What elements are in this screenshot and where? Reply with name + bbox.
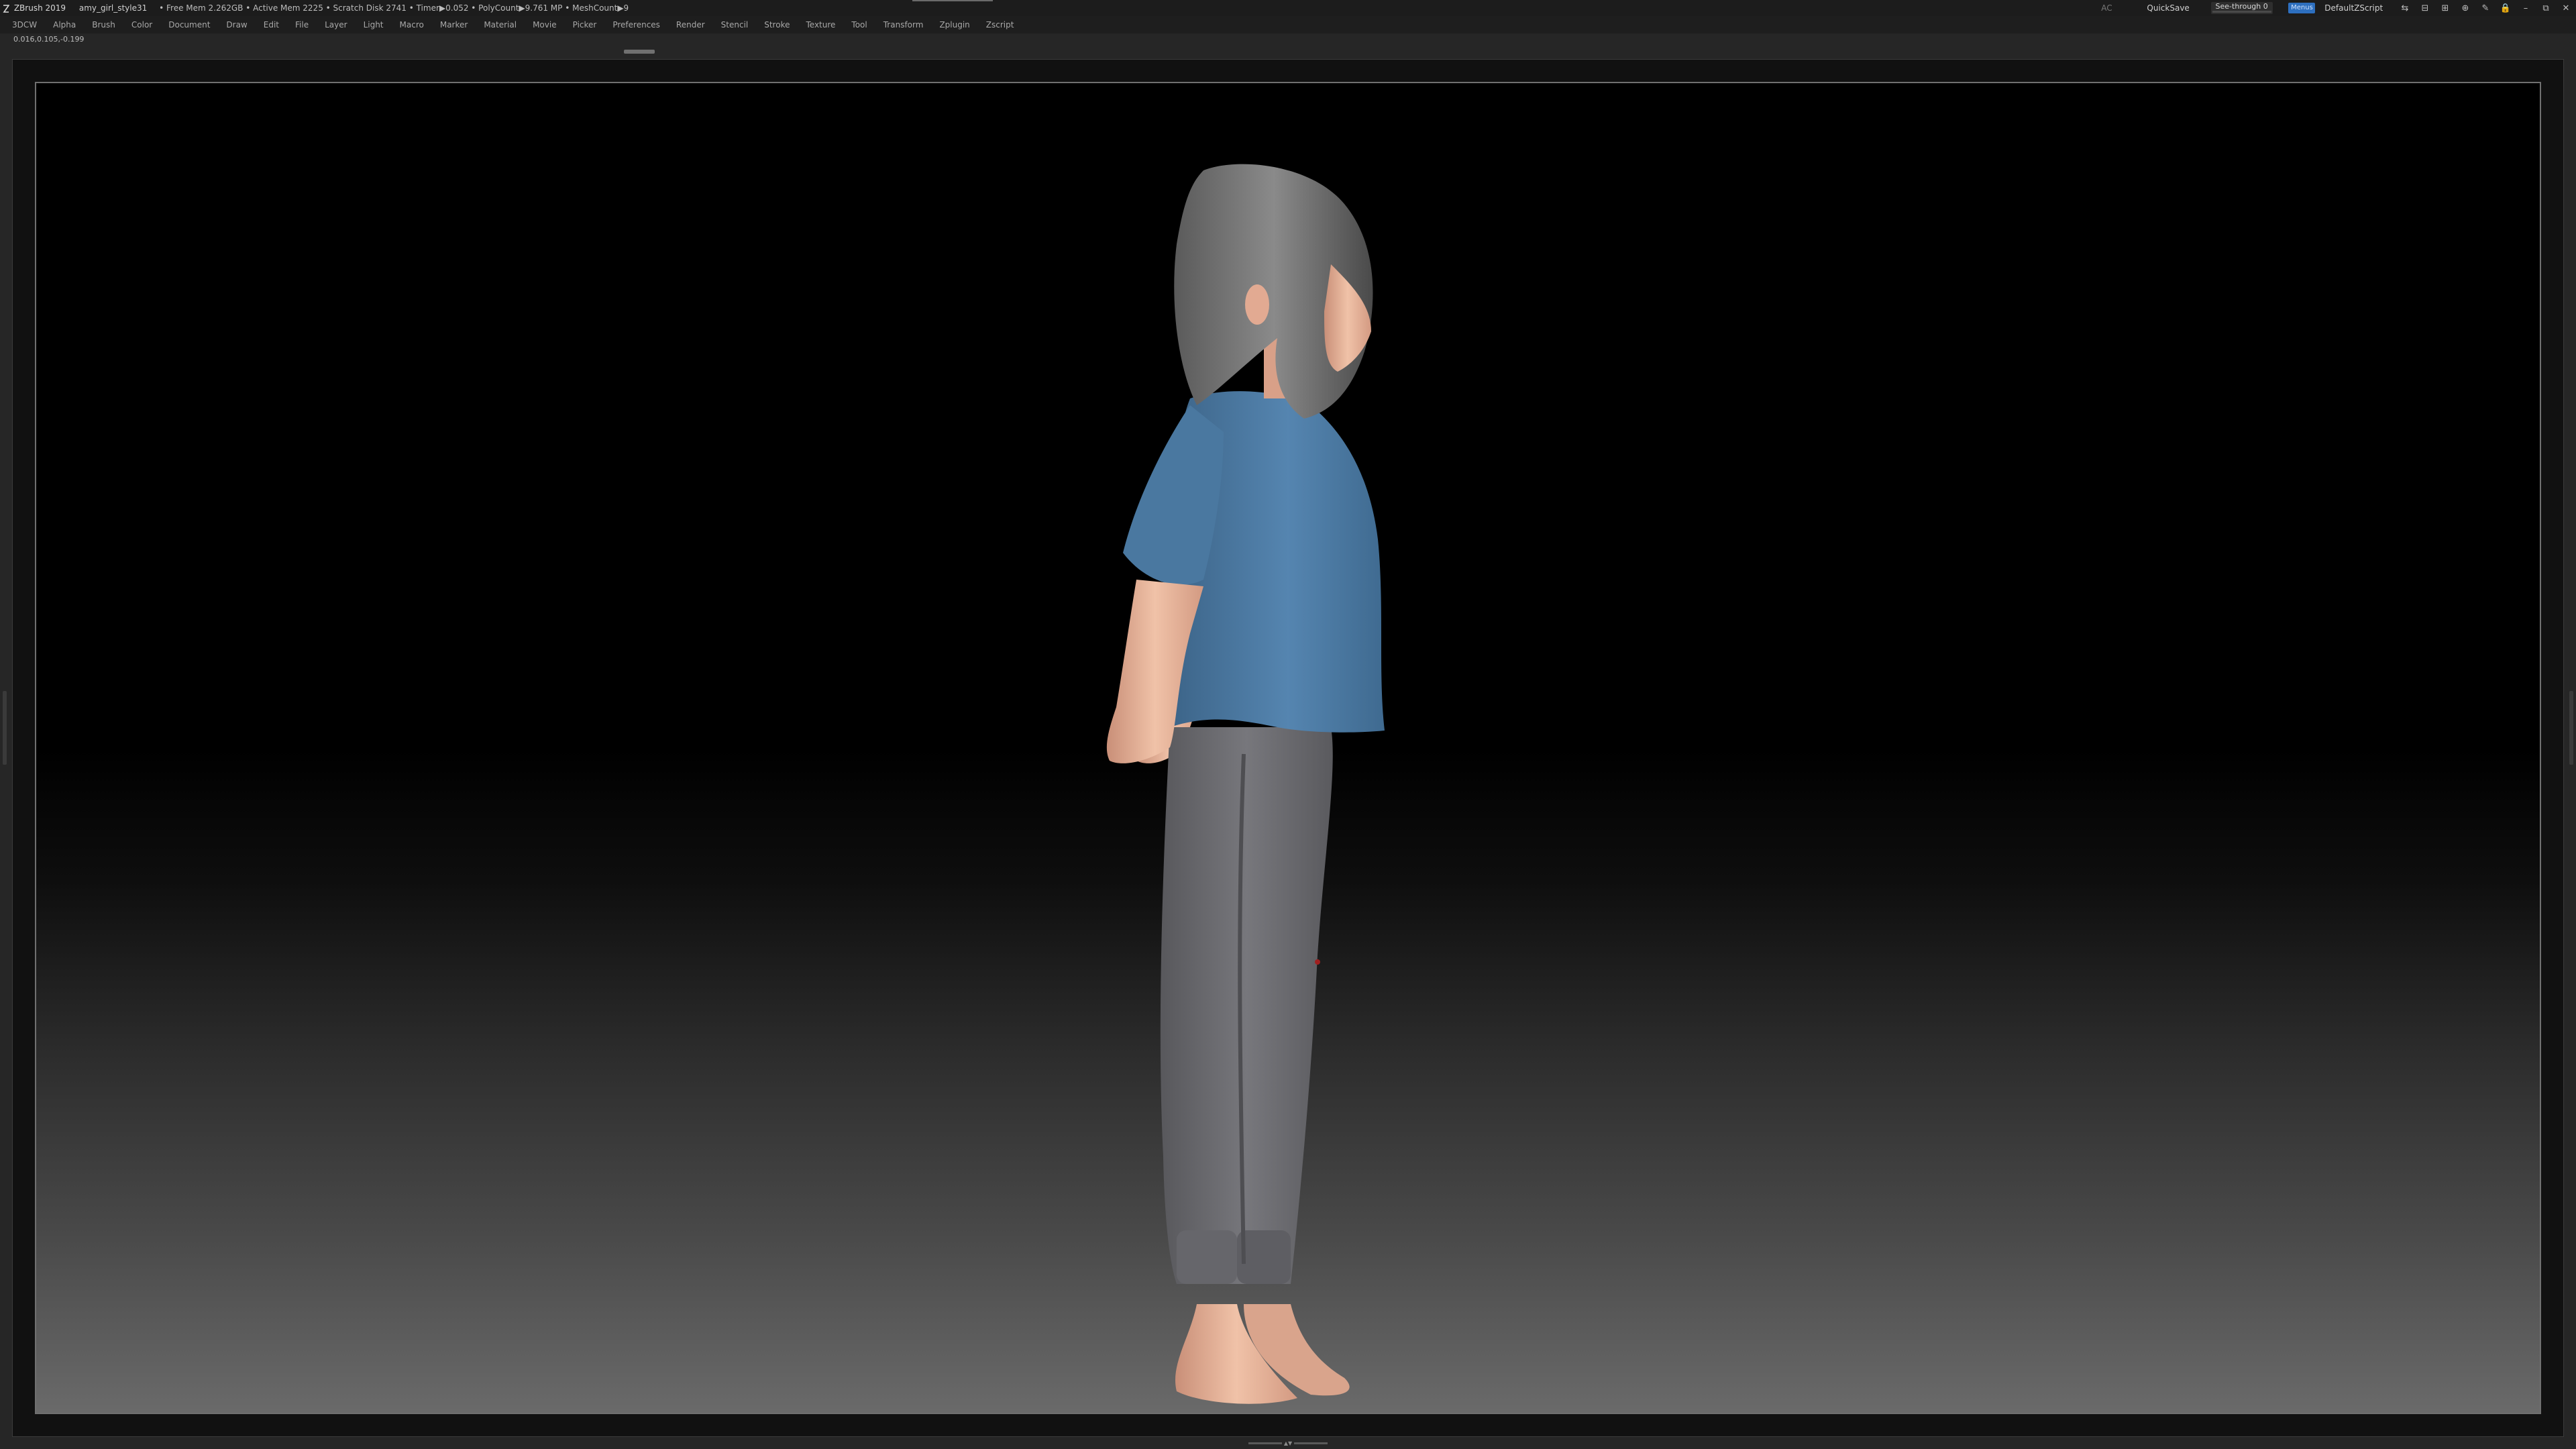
- top-shelf-handle[interactable]: [624, 50, 655, 54]
- window-control-icon[interactable]: ✕: [2556, 1, 2576, 17]
- menu-item-zscript[interactable]: Zscript: [986, 16, 1014, 34]
- coordinate-readout: 0.016,0.105,-0.199: [13, 35, 85, 44]
- menu-item-color[interactable]: Color: [131, 16, 152, 34]
- bottom-handle-bar-right: [1293, 1442, 1328, 1444]
- bottom-tray-handle[interactable]: ▲▼: [1246, 1441, 1330, 1446]
- pants: [1160, 727, 1333, 1284]
- menu-item-marker[interactable]: Marker: [440, 16, 468, 34]
- ac-toggle[interactable]: AC: [2101, 0, 2112, 16]
- window-control-icon[interactable]: ⊕: [2455, 1, 2475, 17]
- menu-item-layer[interactable]: Layer: [325, 16, 347, 34]
- menu-item-transform[interactable]: Transform: [883, 16, 924, 34]
- menu-item-render[interactable]: Render: [676, 16, 705, 34]
- menu-item-draw[interactable]: Draw: [226, 16, 247, 34]
- see-through-track: [2212, 11, 2271, 13]
- window-control-icon[interactable]: ✎: [2475, 1, 2496, 17]
- document-name: amy_girl_style31: [78, 3, 148, 13]
- shirt-sleeve: [1123, 405, 1224, 585]
- menu-item-edit[interactable]: Edit: [264, 16, 279, 34]
- canvas-document[interactable]: [35, 82, 2541, 1414]
- see-through-label: See-through: [2215, 2, 2261, 11]
- title-info: ZBrush 2019 amy_girl_style31 • Free Mem …: [3, 0, 629, 16]
- window-control-icon[interactable]: ⊟: [2415, 1, 2435, 17]
- timeline-indicator[interactable]: [912, 0, 993, 1]
- quicksave-button[interactable]: QuickSave: [2147, 0, 2189, 16]
- menu-item-light[interactable]: Light: [364, 16, 384, 34]
- window-control-icon[interactable]: ⇆: [2395, 1, 2415, 17]
- menu-item-picker[interactable]: Picker: [573, 16, 597, 34]
- menu-item-texture[interactable]: Texture: [806, 16, 835, 34]
- bottom-handle-bar-left: [1248, 1442, 1283, 1444]
- zbrush-logo-icon: [3, 4, 9, 13]
- menu-item-alpha[interactable]: Alpha: [53, 16, 76, 34]
- title-controls: AC QuickSave See-through 0 Menus Default…: [2101, 0, 2576, 16]
- menu-item-movie[interactable]: Movie: [533, 16, 557, 34]
- front-cuff: [1177, 1230, 1237, 1284]
- menus-toggle[interactable]: Menus: [2288, 3, 2316, 13]
- menu-item-3dcw[interactable]: 3DCW: [12, 16, 37, 34]
- see-through-value: 0: [2263, 2, 2268, 11]
- menu-bar: 3DCW Alpha Brush Color Document Draw Edit File L…: [0, 16, 2576, 34]
- drag-handle-icon: ▲▼: [1283, 1440, 1293, 1446]
- menu-item-brush[interactable]: Brush: [92, 16, 115, 34]
- default-zscript-button[interactable]: DefaultZScript: [2324, 0, 2383, 16]
- left-tray-handle[interactable]: [3, 691, 7, 765]
- menu-item-preferences[interactable]: Preferences: [612, 16, 660, 34]
- menu-item-file[interactable]: File: [295, 16, 309, 34]
- window-control-icon[interactable]: ⧉: [2536, 1, 2556, 17]
- menu-item-document[interactable]: Document: [168, 16, 210, 34]
- window-icon-group: ⇆ ⊟ ⊞ ⊕ ✎ 🔒 – ⧉ ✕: [2395, 0, 2576, 17]
- menu-item-stencil[interactable]: Stencil: [721, 16, 749, 34]
- menu-list: 3DCW Alpha Brush Color Document Draw Edit File L…: [0, 16, 2576, 34]
- window-control-icon[interactable]: ⊞: [2435, 1, 2455, 17]
- menu-item-material[interactable]: Material: [484, 16, 517, 34]
- title-bar: ZBrush 2019 amy_girl_style31 • Free Mem …: [0, 0, 2576, 16]
- model-render: [1106, 164, 1385, 1404]
- window-control-icon[interactable]: –: [2516, 1, 2536, 17]
- see-through-slider[interactable]: See-through 0: [2210, 2, 2273, 14]
- menu-item-zplugin[interactable]: Zplugin: [939, 16, 969, 34]
- menu-item-macro[interactable]: Macro: [400, 16, 424, 34]
- menu-item-stroke[interactable]: Stroke: [764, 16, 790, 34]
- memory-stats: • Free Mem 2.262GB • Active Mem 2225 • S…: [159, 3, 629, 13]
- app-name: ZBrush 2019: [13, 3, 66, 13]
- window-control-icon[interactable]: 🔒: [2496, 1, 2516, 17]
- menu-item-tool[interactable]: Tool: [851, 16, 867, 34]
- ear: [1245, 284, 1269, 325]
- right-tray-handle[interactable]: [2569, 691, 2573, 765]
- marker-dot: [1315, 959, 1320, 965]
